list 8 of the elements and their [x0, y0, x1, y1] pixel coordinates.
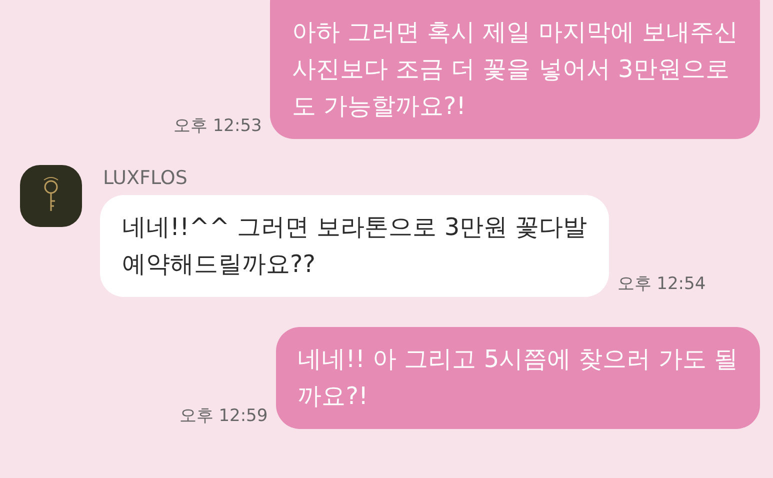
message-time: 오후 12:54	[617, 273, 706, 295]
message-bubble: 네네!!^^ 그러면 보라톤으로 3만원 꽃다발 예약해드릴까요??	[100, 195, 610, 297]
sender-name: LUXFLOS	[103, 167, 188, 189]
message-bubble: 아하 그러면 혹시 제일 마지막에 보내주신 사진보다 조금 더 꽃을 넣어서 3만원으로 도 가능할까요?!	[270, 0, 760, 139]
avatar-icon[interactable]	[20, 165, 82, 227]
message-bubble: 네네!! 아 그리고 5시쯤에 찾으러 가도 될 까요?!	[276, 327, 760, 429]
message-time: 오후 12:59	[179, 405, 268, 427]
message-time: 오후 12:53	[173, 115, 262, 137]
